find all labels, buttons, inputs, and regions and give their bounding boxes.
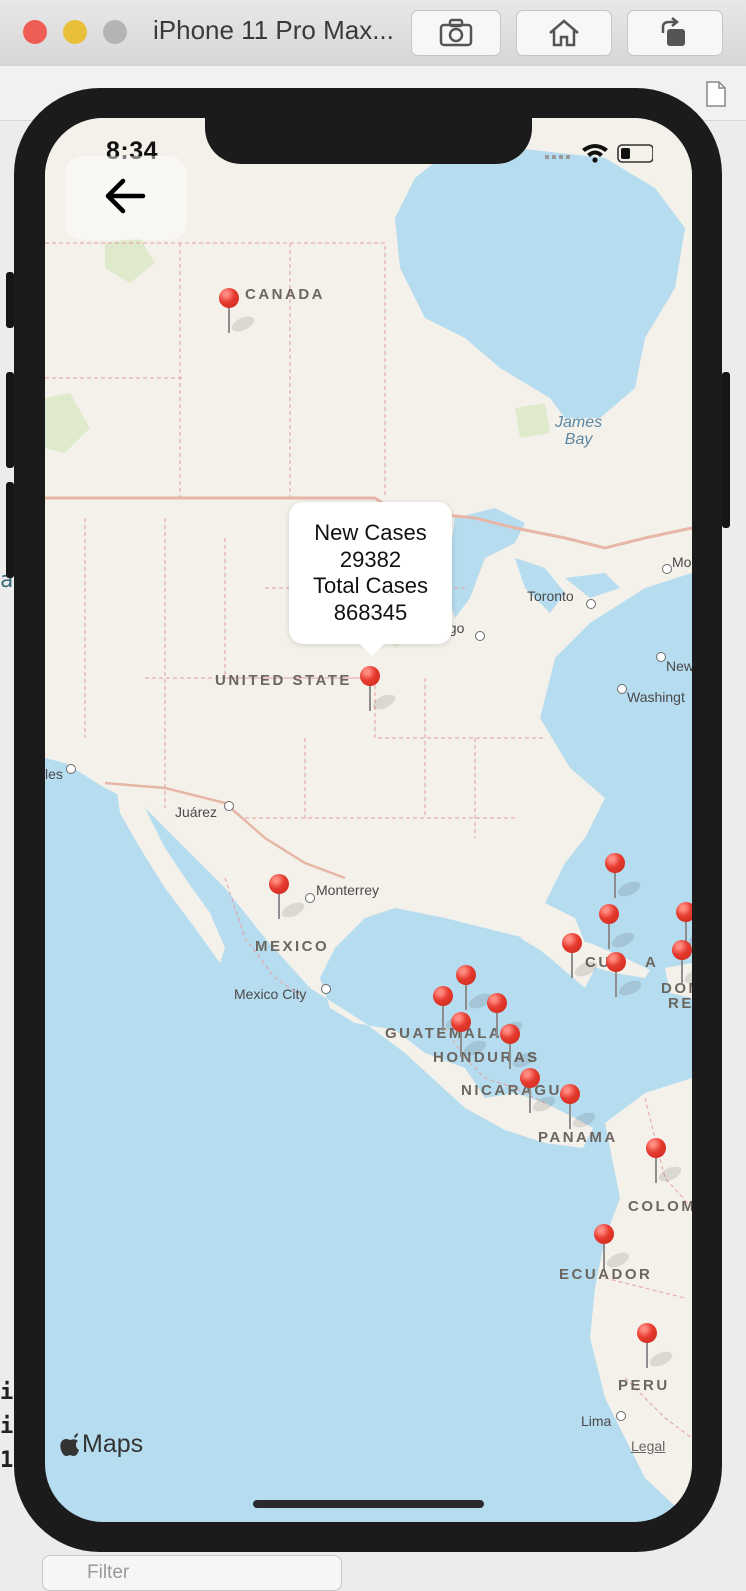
city-dot (617, 684, 627, 694)
xcode-console-text: i (0, 1414, 14, 1439)
screenshot-button[interactable] (411, 10, 501, 56)
apple-maps-logo: Maps (60, 1430, 143, 1459)
home-icon (549, 19, 579, 47)
map-pin-cuba[interactable] (562, 933, 600, 980)
xcode-filter-field[interactable]: Filter (42, 1555, 342, 1591)
map-pin-panama[interactable] (560, 1084, 598, 1131)
city-label: Lima (581, 1413, 612, 1429)
home-indicator[interactable] (253, 1500, 484, 1508)
home-button[interactable] (516, 10, 612, 56)
map-pin[interactable] (606, 952, 644, 999)
apple-icon (60, 1432, 79, 1456)
volume-down-button (6, 482, 14, 578)
country-label: UNITED STATE (215, 672, 352, 689)
rotate-icon (661, 17, 685, 46)
map-pin-nicaragua[interactable] (500, 1024, 538, 1071)
country-label: A (645, 954, 659, 971)
back-arrow-icon[interactable] (103, 176, 147, 216)
status-icons (543, 140, 654, 171)
document-icon (706, 81, 726, 107)
callout-new-cases-label: New Cases (314, 520, 427, 545)
country-label: CANADA (245, 286, 325, 303)
map-pin-peru[interactable] (637, 1323, 675, 1370)
zoom-window-button[interactable] (103, 20, 127, 44)
legal-link[interactable]: Legal (631, 1438, 665, 1454)
country-label: COLOM (628, 1198, 692, 1215)
city-label: Mo (672, 554, 692, 570)
close-window-button[interactable] (23, 20, 47, 44)
xcode-console-text: i (0, 1380, 14, 1405)
city-label: New (666, 658, 692, 674)
country-label: MEXICO (255, 938, 330, 955)
maps-logo-text: Maps (82, 1430, 144, 1458)
pin-callout[interactable]: New Cases 29382 Total Cases 868345 (289, 502, 452, 656)
city-label: Juárez (175, 804, 218, 820)
city-dot (586, 599, 596, 609)
city-dot (66, 764, 76, 774)
city-dot (656, 652, 666, 662)
map-pin-ecuador[interactable] (594, 1224, 632, 1271)
map-canvas (45, 118, 692, 1522)
power-button (722, 372, 730, 528)
city-label: Toronto (527, 588, 574, 604)
map-pin-costa-rica[interactable] (520, 1068, 558, 1115)
xcode-console-text: 1 (0, 1448, 14, 1473)
cellular-signal-icon (545, 155, 570, 159)
camera-icon (439, 18, 473, 47)
country-label: PANAMA (538, 1129, 618, 1146)
city-dot (321, 984, 331, 994)
map-pin-bahamas[interactable] (605, 853, 643, 900)
callout-total-cases-value: 868345 (333, 599, 408, 625)
country-label: PERU (618, 1377, 670, 1394)
map-pin-dominican-republic[interactable] (672, 940, 692, 987)
city-dot (475, 631, 485, 641)
battery-icon (617, 144, 654, 163)
simulator-titlebar: iPhone 11 Pro Max... (0, 0, 746, 67)
map-pin-colombia[interactable] (646, 1138, 684, 1185)
country-label: RE (668, 995, 692, 1012)
silent-switch (6, 272, 14, 328)
city-label: les (45, 766, 63, 782)
city-label: Mexico City (234, 986, 307, 1002)
rotate-button[interactable] (627, 10, 723, 56)
city-dot (662, 564, 672, 574)
map-pin-belize[interactable] (456, 965, 494, 1012)
map-pin[interactable] (599, 904, 637, 951)
map-pin-el-salvador[interactable] (451, 1012, 489, 1059)
callout-total-cases-label: Total Cases (313, 573, 428, 598)
filter-placeholder: Filter (87, 1562, 130, 1583)
water-label-james-bay: James Bay (555, 414, 603, 448)
map-pin-canada[interactable] (219, 288, 257, 335)
window-title: iPhone 11 Pro Max... (153, 15, 394, 45)
wifi-icon (582, 144, 608, 163)
minimize-window-button[interactable] (63, 20, 87, 44)
phone-notch (205, 118, 532, 164)
city-dot (305, 893, 315, 903)
map-pin-united-states[interactable] (360, 666, 398, 713)
callout-new-cases-value: 29382 (339, 546, 402, 572)
city-dot (616, 1411, 626, 1421)
volume-up-button (6, 372, 14, 468)
map-pin-mexico[interactable] (269, 874, 307, 921)
map-view[interactable]: James Bay CANADA UNITED STATE MEXICO GUAT… (45, 118, 692, 1522)
city-label: Monterrey (316, 882, 380, 898)
city-dot (224, 801, 234, 811)
city-label: Washingt (627, 689, 685, 705)
